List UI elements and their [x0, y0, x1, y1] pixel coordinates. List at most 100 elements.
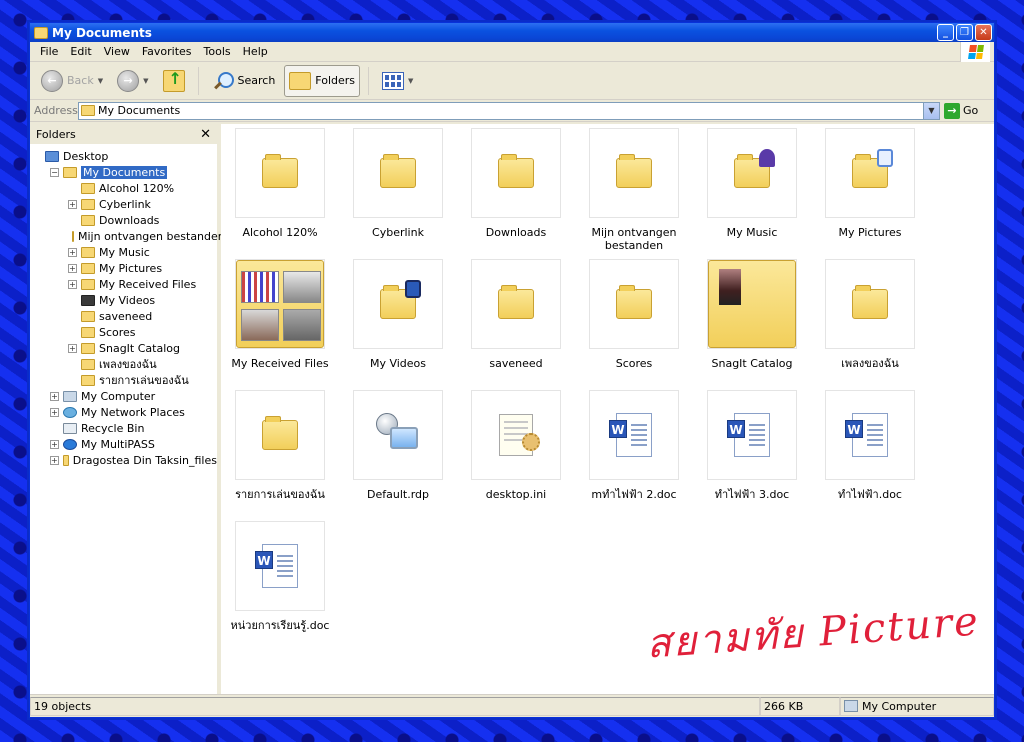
desktop-icon — [45, 150, 59, 162]
file-item[interactable]: My Pictures — [811, 128, 929, 239]
folder-tree: Desktop − My Documents Alcohol 120% + Cyberli… — [30, 144, 225, 468]
menu-file[interactable]: File — [34, 45, 64, 58]
file-item[interactable]: desktop.ini — [457, 390, 575, 501]
file-item[interactable]: Scores — [575, 259, 693, 370]
file-item[interactable]: My Videos — [339, 259, 457, 370]
tree-item[interactable]: + My Network Places — [30, 404, 217, 420]
tree-item-label: Desktop — [63, 149, 109, 163]
tree-item[interactable]: Mijn ontvangen bestanden — [30, 228, 225, 244]
tree-item[interactable]: My Videos — [30, 292, 217, 308]
my-documents-icon — [63, 166, 77, 178]
expand-icon[interactable]: + — [68, 247, 77, 257]
expand-icon[interactable]: + — [50, 455, 59, 465]
minimize-button[interactable]: _ — [937, 24, 954, 41]
file-name: หน่วยการเรียนรู้.doc — [230, 619, 330, 632]
expand-icon[interactable]: + — [50, 439, 59, 449]
folders-button[interactable]: Folders — [284, 64, 361, 97]
file-item[interactable]: W ทำไฟฟ้า.doc — [811, 390, 929, 501]
close-icon[interactable]: ✕ — [200, 127, 211, 142]
file-item[interactable]: My Received Files — [221, 259, 339, 370]
folders-pane: Folders ✕ Desktop − My Documents Alcohol 12… — [30, 124, 225, 694]
multipass-icon — [63, 438, 77, 450]
file-item[interactable]: Mijn ontvangen bestanden — [575, 128, 693, 252]
menu-view[interactable]: View — [98, 45, 136, 58]
chevron-down-icon[interactable]: ▼ — [98, 77, 103, 85]
tree-item[interactable]: Alcohol 120% — [30, 180, 217, 196]
tree-item[interactable]: + My Received Files — [30, 276, 217, 292]
tree-item[interactable]: เพลงของฉัน — [30, 356, 217, 372]
tree-item[interactable]: − My Documents — [30, 164, 217, 180]
file-item[interactable]: เพลงของฉัน — [811, 259, 929, 370]
address-input[interactable]: My Documents ▼ — [78, 101, 940, 120]
folder-icon — [81, 310, 95, 322]
up-button[interactable] — [158, 65, 190, 97]
folder-icon — [81, 278, 95, 290]
file-item[interactable]: Default.rdp — [339, 390, 457, 501]
file-item[interactable]: รายการเล่นของฉัน — [221, 390, 339, 501]
tree-item-label: My MultiPASS — [81, 437, 155, 451]
file-item[interactable]: Wmทำไฟฟ้า 2.doc — [575, 390, 693, 501]
views-icon — [382, 71, 405, 90]
address-label: Address — [34, 104, 78, 117]
collapse-icon[interactable]: − — [50, 167, 59, 177]
menu-favorites[interactable]: Favorites — [136, 45, 198, 58]
search-button[interactable]: Search — [207, 65, 281, 97]
folders-pane-header: Folders ✕ — [30, 124, 217, 144]
tree-item[interactable]: รายการเล่นของฉัน — [30, 372, 217, 388]
maximize-button[interactable]: ❐ — [956, 24, 973, 41]
tree-item[interactable]: + Dragostea Din Taksin_files — [30, 452, 217, 468]
tree-item[interactable]: + Cyberlink — [30, 196, 217, 212]
folder-icon — [825, 259, 915, 349]
separator — [368, 66, 370, 95]
expand-icon[interactable]: + — [50, 407, 59, 417]
tree-item[interactable]: + My Music — [30, 244, 217, 260]
tree-item[interactable]: Downloads — [30, 212, 217, 228]
file-item[interactable]: SnagIt Catalog — [693, 259, 811, 370]
go-arrow-icon: → — [944, 102, 960, 119]
expand-icon[interactable]: + — [68, 279, 77, 289]
title-bar[interactable]: My Documents _ ❐ ✕ — [30, 23, 994, 42]
menu-edit[interactable]: Edit — [64, 45, 97, 58]
views-button[interactable]: ▼ — [377, 65, 418, 97]
file-item[interactable]: Downloads — [457, 128, 575, 239]
tree-item[interactable]: + My MultiPASS — [30, 436, 217, 452]
file-item[interactable]: saveneed — [457, 259, 575, 370]
chevron-down-icon[interactable]: ▼ — [923, 102, 939, 119]
tree-item[interactable]: Scores — [30, 324, 217, 340]
chevron-down-icon[interactable]: ▼ — [143, 77, 148, 85]
file-name: desktop.ini — [485, 488, 547, 501]
tree-item[interactable]: saveneed — [30, 308, 217, 324]
file-name: Default.rdp — [367, 488, 429, 501]
menu-help[interactable]: Help — [237, 45, 274, 58]
folder-up-icon — [162, 69, 185, 92]
expand-icon[interactable]: + — [68, 199, 77, 209]
tree-item-label: My Computer — [81, 389, 156, 403]
tree-item[interactable]: Recycle Bin — [30, 420, 217, 436]
folder-icon — [81, 342, 95, 354]
tree-item[interactable]: + SnagIt Catalog — [30, 340, 217, 356]
file-name: ทำไฟฟ้า 3.doc — [714, 488, 790, 501]
file-item[interactable]: My Music — [693, 128, 811, 239]
file-name: mทำไฟฟ้า 2.doc — [591, 488, 677, 501]
go-button[interactable]: → Go — [944, 102, 990, 119]
expand-icon[interactable]: + — [50, 391, 59, 401]
folder-icon — [81, 214, 95, 226]
folder-icon — [81, 182, 95, 194]
tree-item[interactable]: + My Computer — [30, 388, 217, 404]
back-button[interactable]: ← Back ▼ — [36, 65, 108, 97]
file-name: Downloads — [485, 226, 547, 239]
menu-tools[interactable]: Tools — [198, 45, 237, 58]
tree-item[interactable]: Desktop — [30, 148, 217, 164]
tree-item[interactable]: + My Pictures — [30, 260, 217, 276]
file-item[interactable]: W ทำไฟฟ้า 3.doc — [693, 390, 811, 501]
file-item[interactable]: Cyberlink — [339, 128, 457, 239]
remote-desktop-icon — [353, 390, 443, 480]
close-button[interactable]: ✕ — [975, 24, 992, 41]
search-icon — [212, 70, 234, 92]
file-item[interactable]: Alcohol 120% — [221, 128, 339, 239]
expand-icon[interactable]: + — [68, 263, 77, 273]
chevron-down-icon[interactable]: ▼ — [408, 77, 413, 85]
expand-icon[interactable]: + — [68, 343, 77, 353]
file-item[interactable]: W หน่วยการเรียนรู้.doc — [221, 521, 339, 632]
forward-button[interactable]: → ▼ — [112, 65, 153, 97]
